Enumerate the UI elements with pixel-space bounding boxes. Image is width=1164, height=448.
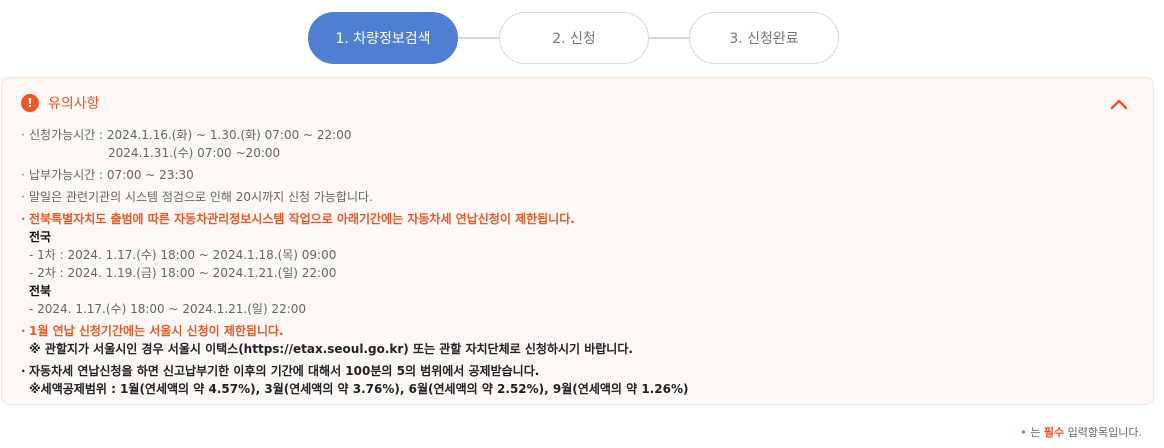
chevron-up-icon[interactable] — [1109, 95, 1129, 113]
apply-time: · 신청가능시간 : 2024.1.16.(화) ~ 1.30.(화) 07:00… — [21, 128, 352, 142]
notice-panel: ! 유의사항 · 신청가능시간 : 2024.1.16.(화) ~ 1.30.(화… — [1, 77, 1154, 405]
seoul-restriction: · 1월 연납 신청기간에는 서울시 신청이 제한됩니다. — [21, 324, 284, 338]
jeonbuk-label: 전북 — [29, 284, 52, 298]
deduction-range: ※세액공제범위 : 1월(연세액의 약 4.57%), 3월(연세액의 약 3.… — [29, 382, 689, 396]
step-complete: 3. 신청완료 — [689, 12, 839, 64]
jeonbuk-period: - 2024. 1.17.(수) 18:00 ~ 2024.1.21.(일) 2… — [29, 302, 307, 316]
nation-label: 전국 — [29, 230, 52, 244]
required-word: 필수 — [1043, 426, 1065, 439]
notice-header: ! 유의사항 — [21, 93, 100, 113]
month-end-notice: · 말일은 관련기관의 시스템 점검으로 인해 20시까지 신청 가능합니다. — [21, 190, 373, 204]
notice-title: 유의사항 — [48, 96, 100, 112]
step-connector — [647, 37, 691, 39]
restriction-title: · 전북특별자치도 출범에 따른 자동차관리정보시스템 작업으로 아래기간에는 자… — [21, 212, 575, 226]
deduction-info: · 자동차세 연납신청을 하면 신고납부기한 이후의 기간에 대해서 100분의 … — [21, 364, 540, 378]
step-apply: 2. 신청 — [499, 12, 649, 64]
pay-time: · 납부가능시간 : 07:00 ~ 23:30 — [21, 168, 194, 182]
step-connector — [458, 37, 500, 39]
notice-content: · 신청가능시간 : 2024.1.16.(화) ~ 1.30.(화) 07:00… — [21, 126, 1141, 398]
step-vehicle-search: 1. 차량정보검색 — [308, 12, 458, 64]
apply-time-extra: 2024.1.31.(수) 07:00 ~20:00 — [108, 146, 281, 160]
progress-steps: 1. 차량정보검색 2. 신청 3. 신청완료 — [308, 12, 839, 64]
footnote-text: 는 — [1026, 426, 1044, 439]
footnote-tail: 입력항목입니다. — [1064, 426, 1142, 439]
nation-period-1: - 1차 : 2024. 1.17.(수) 18:00 ~ 2024.1.18.… — [29, 248, 337, 262]
exclamation-icon: ! — [21, 94, 39, 112]
seoul-note: ※ 관할지가 서울시인 경우 서울시 이택스(https://etax.seou… — [29, 342, 633, 356]
nation-period-2: - 2차 : 2024. 1.19.(금) 18:00 ~ 2024.1.21.… — [29, 266, 337, 280]
required-footnote: • 는 필수 입력항목입니다. — [1020, 424, 1142, 440]
